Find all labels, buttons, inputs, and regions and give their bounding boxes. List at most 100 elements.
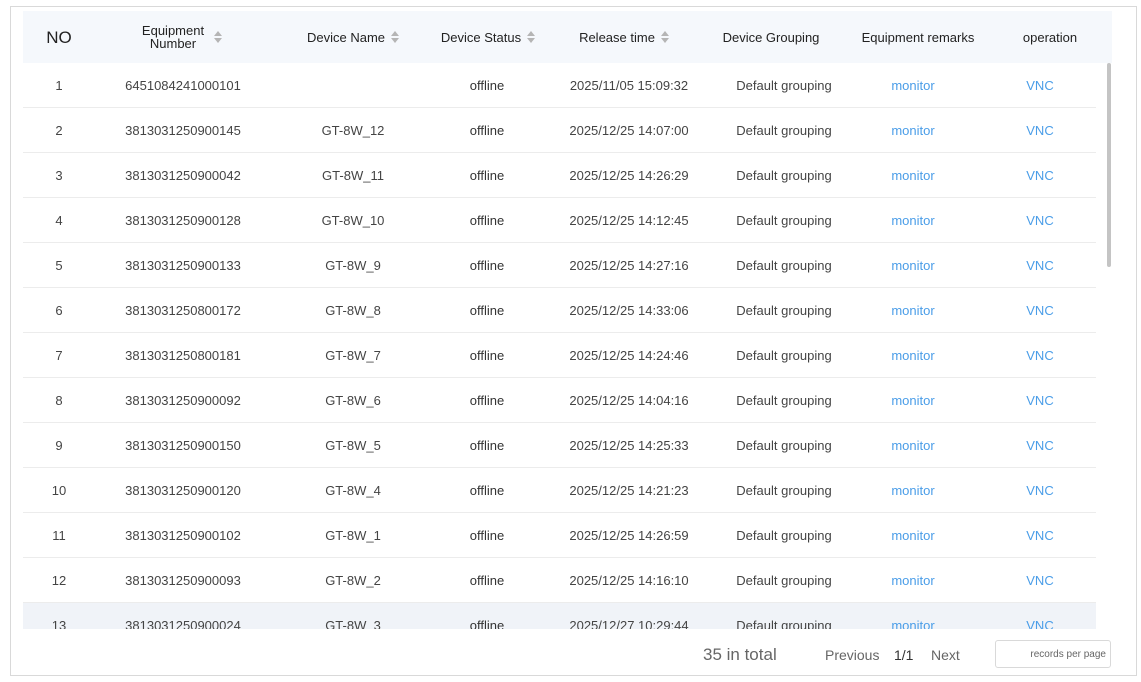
cell-device-grouping-cell: Default grouping [719, 108, 849, 152]
total-count: 35 in total [703, 645, 777, 664]
monitor-link[interactable]: monitor [891, 483, 934, 498]
cell-no-cell: 11 [23, 513, 95, 557]
header-device-name[interactable]: Device Name [271, 11, 435, 63]
vnc-link-cell: VNC [983, 558, 1096, 602]
monitor-link[interactable]: monitor [891, 123, 934, 138]
cell-device-status: offline [469, 527, 505, 543]
monitor-link-cell: monitor [853, 288, 973, 332]
header-no: NO [23, 11, 95, 63]
monitor-link-cell: monitor [853, 468, 973, 512]
header-equipment-number[interactable]: Equipment Number [125, 11, 235, 63]
cell-device-name-cell: GT-8W_2 [271, 558, 435, 602]
cell-equipment-number: 3813031250900102 [125, 527, 241, 543]
cell-no: 5 [55, 257, 63, 273]
cell-no-cell: 3 [23, 153, 95, 197]
table-row: 10 3813031250900120 GT-8W_4 offline 2025/12/… [23, 468, 1096, 513]
device-list-panel: NO Equipment Number Device Name Device S… [10, 6, 1137, 676]
monitor-link-cell: monitor [853, 198, 973, 242]
cell-equipment-number: 3813031250900150 [125, 437, 241, 453]
cell-device-status: offline [469, 212, 505, 228]
cell-device-status: offline [469, 257, 505, 273]
vnc-link[interactable]: VNC [1026, 258, 1053, 273]
vnc-link[interactable]: VNC [1026, 483, 1053, 498]
vnc-link[interactable]: VNC [1026, 528, 1053, 543]
vnc-link[interactable]: VNC [1026, 78, 1053, 93]
monitor-link[interactable]: monitor [891, 528, 934, 543]
cell-device-grouping-cell: Default grouping [719, 63, 849, 107]
header-equipment-remarks: Equipment remarks [853, 11, 983, 63]
cell-device-name: GT-8W_9 [325, 257, 381, 273]
monitor-link[interactable]: monitor [891, 348, 934, 363]
monitor-link[interactable]: monitor [891, 78, 934, 93]
header-operation: operation [993, 11, 1107, 63]
vnc-link[interactable]: VNC [1026, 303, 1053, 318]
header-device-status[interactable]: Device Status [413, 11, 563, 63]
cell-release-time: 2025/12/25 14:33:06 [569, 302, 689, 318]
vnc-link[interactable]: VNC [1026, 213, 1053, 228]
vnc-link-cell: VNC [983, 243, 1096, 287]
cell-device-grouping-cell: Default grouping [719, 558, 849, 602]
vnc-link[interactable]: VNC [1026, 348, 1053, 363]
sort-icon[interactable] [391, 31, 400, 43]
monitor-link[interactable]: monitor [891, 303, 934, 318]
monitor-link[interactable]: monitor [891, 213, 934, 228]
cell-no: 9 [55, 437, 63, 453]
monitor-link[interactable]: monitor [891, 168, 934, 183]
sort-icon[interactable] [527, 31, 536, 43]
cell-device-status-cell: offline [435, 423, 539, 467]
cell-release-time-cell: 2025/12/25 14:12:45 [539, 198, 719, 242]
vnc-link-cell: VNC [983, 603, 1096, 630]
cell-release-time-cell: 2025/12/25 14:26:59 [539, 513, 719, 557]
vnc-link[interactable]: VNC [1026, 168, 1053, 183]
monitor-link[interactable]: monitor [891, 393, 934, 408]
cell-device-grouping-cell: Default grouping [719, 468, 849, 512]
cell-release-time: 2025/12/25 14:04:16 [569, 392, 689, 408]
cell-release-time: 2025/12/25 14:16:10 [569, 572, 689, 588]
cell-device-name-cell: GT-8W_8 [271, 288, 435, 332]
table-row: 4 3813031250900128 GT-8W_10 offline 2025/12/… [23, 198, 1096, 243]
vnc-link[interactable]: VNC [1026, 573, 1053, 588]
cell-device-grouping-cell: Default grouping [719, 288, 849, 332]
cell-device-grouping: Default grouping [736, 167, 832, 183]
cell-device-name-cell: GT-8W_4 [271, 468, 435, 512]
cell-device-status-cell: offline [435, 333, 539, 377]
monitor-link-cell: monitor [853, 63, 973, 107]
cell-device-status-cell: offline [435, 153, 539, 197]
vnc-link-cell: VNC [983, 468, 1096, 512]
table-row: 13 3813031250900024 GT-8W_3 offline 2025/12/… [23, 603, 1096, 629]
table-row: 3 3813031250900042 GT-8W_11 offline 2025/12/… [23, 153, 1096, 198]
cell-device-status: offline [469, 167, 505, 183]
vertical-scrollbar[interactable] [1107, 63, 1111, 267]
cell-equipment-number: 3813031250800172 [125, 302, 241, 318]
cell-equipment-number-cell: 3813031250900024 [95, 603, 271, 630]
monitor-link[interactable]: monitor [891, 258, 934, 273]
cell-device-grouping: Default grouping [736, 527, 832, 543]
monitor-link[interactable]: monitor [891, 573, 934, 588]
cell-no: 8 [55, 392, 63, 408]
header-operation-label: operation [1022, 29, 1078, 45]
monitor-link[interactable]: monitor [891, 438, 934, 453]
cell-device-grouping: Default grouping [736, 77, 832, 93]
vnc-link[interactable]: VNC [1026, 618, 1053, 630]
monitor-link[interactable]: monitor [891, 618, 934, 630]
cell-device-name: GT-8W_8 [325, 302, 381, 318]
records-per-page-select[interactable]: records per page [995, 640, 1111, 668]
previous-page-button[interactable]: Previous [825, 647, 879, 663]
cell-device-name: GT-8W_5 [325, 437, 381, 453]
cell-device-status-cell: offline [435, 378, 539, 422]
sort-icon[interactable] [214, 31, 222, 43]
cell-device-name-cell: GT-8W_11 [271, 153, 435, 197]
cell-equipment-number-cell: 3813031250800172 [95, 288, 271, 332]
vnc-link[interactable]: VNC [1026, 438, 1053, 453]
vnc-link-cell: VNC [983, 288, 1096, 332]
cell-device-grouping-cell: Default grouping [719, 378, 849, 422]
vnc-link[interactable]: VNC [1026, 393, 1053, 408]
cell-no: 4 [55, 212, 63, 228]
cell-device-grouping: Default grouping [736, 482, 832, 498]
header-release-time[interactable]: Release time [549, 11, 699, 63]
cell-release-time-cell: 2025/11/05 15:09:32 [539, 63, 719, 107]
cell-equipment-number: 3813031250800181 [125, 347, 241, 363]
sort-icon[interactable] [660, 31, 669, 43]
vnc-link[interactable]: VNC [1026, 123, 1053, 138]
next-page-button[interactable]: Next [931, 647, 960, 663]
